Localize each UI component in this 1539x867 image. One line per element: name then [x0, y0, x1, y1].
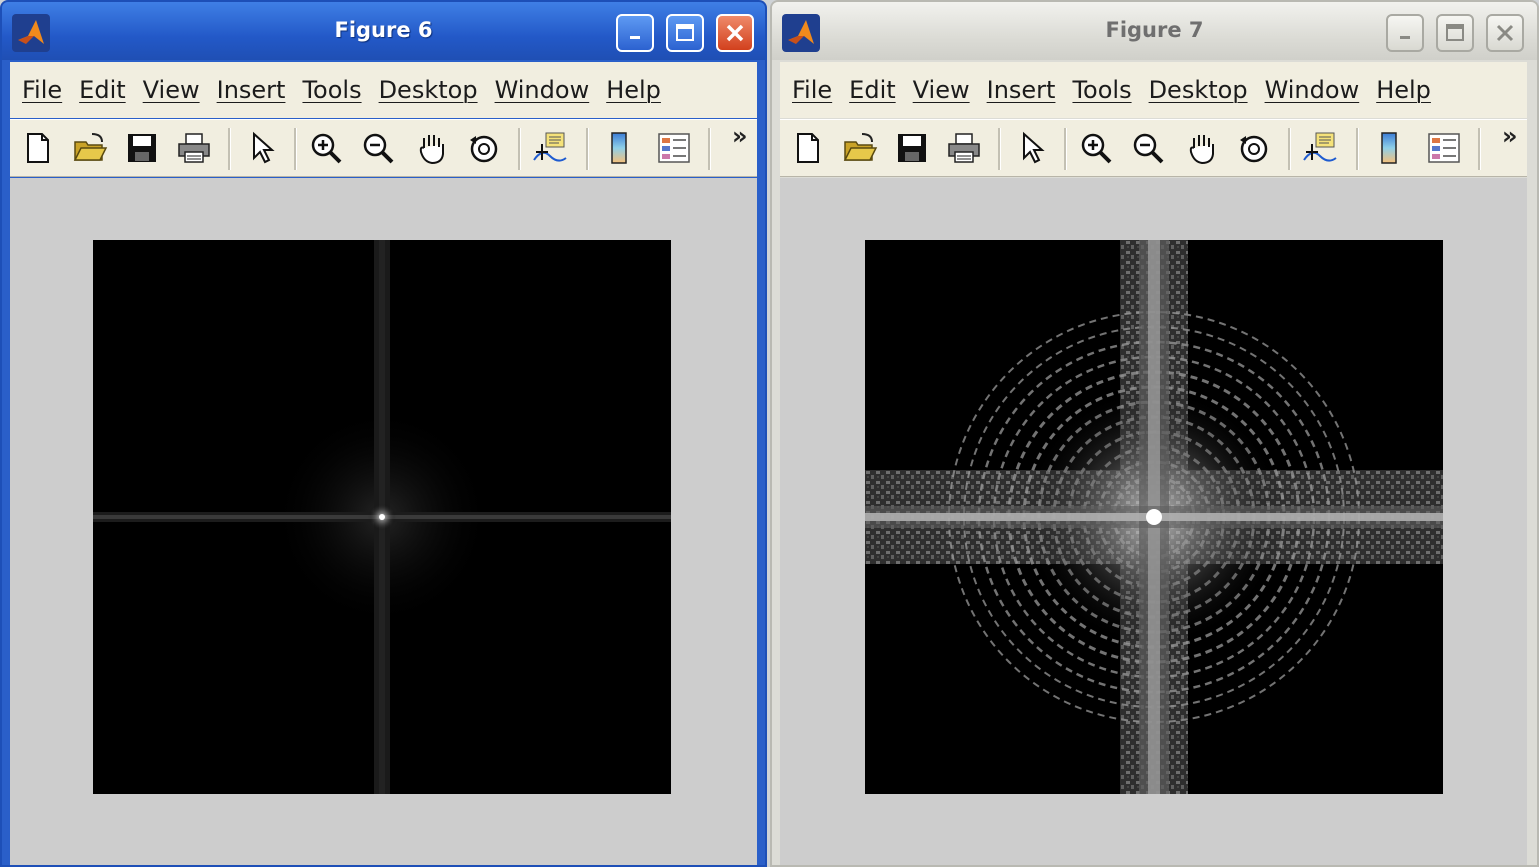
pan-hand-icon[interactable]	[414, 130, 450, 166]
minimize-icon	[630, 36, 640, 39]
toolbar-separator	[1288, 128, 1291, 170]
pointer-icon[interactable]	[1014, 130, 1050, 166]
toolbar-separator	[1478, 128, 1481, 170]
data-cursor-icon[interactable]	[1302, 130, 1338, 166]
minimize-icon	[1400, 36, 1410, 39]
figure-canvas	[10, 178, 757, 865]
image-axes[interactable]	[93, 240, 671, 794]
menu-bar: File Edit View Insert Tools Desktop Wind…	[780, 62, 1527, 118]
menu-file[interactable]: File	[22, 76, 62, 104]
minimize-button[interactable]	[616, 14, 654, 52]
menu-help[interactable]: Help	[606, 76, 661, 104]
new-figure-icon[interactable]	[20, 130, 56, 166]
minimize-button[interactable]	[1386, 14, 1424, 52]
toolbar-separator	[586, 128, 589, 170]
close-button[interactable]	[716, 14, 754, 52]
toolbar-overflow-button[interactable]: »	[732, 122, 748, 150]
menu-desktop[interactable]: Desktop	[379, 76, 478, 104]
save-icon[interactable]	[894, 130, 930, 166]
zoom-out-icon[interactable]	[360, 130, 396, 166]
figure-6-window: Figure 6 File Edit View Insert Tools Des…	[0, 0, 767, 867]
image-axes[interactable]	[865, 240, 1443, 794]
maximize-button[interactable]	[1436, 14, 1474, 52]
pointer-icon[interactable]	[244, 130, 280, 166]
toolbar-separator	[228, 128, 231, 170]
menu-tools[interactable]: Tools	[1072, 76, 1131, 104]
toolbar-overflow-button[interactable]: »	[1502, 122, 1518, 150]
title-bar[interactable]: Figure 6	[2, 2, 765, 60]
close-icon	[726, 24, 744, 42]
rotate-3d-icon[interactable]	[466, 130, 502, 166]
zoom-out-icon[interactable]	[1130, 130, 1166, 166]
menu-edit[interactable]: Edit	[849, 76, 895, 104]
menu-desktop[interactable]: Desktop	[1149, 76, 1248, 104]
toolbar-separator	[998, 128, 1001, 170]
menu-view[interactable]: View	[913, 76, 970, 104]
title-bar[interactable]: Figure 7	[772, 2, 1537, 60]
toolbar-separator	[518, 128, 521, 170]
data-cursor-icon[interactable]	[532, 130, 568, 166]
fft-spectrum-image	[93, 240, 671, 794]
toolbar-separator	[1356, 128, 1359, 170]
legend-icon[interactable]	[1426, 130, 1462, 166]
open-file-icon[interactable]	[72, 130, 108, 166]
pan-hand-icon[interactable]	[1184, 130, 1220, 166]
toolbar-separator	[1064, 128, 1067, 170]
menu-tools[interactable]: Tools	[302, 76, 361, 104]
print-icon[interactable]	[176, 130, 212, 166]
toolbar-separator	[294, 128, 297, 170]
maximize-icon	[676, 24, 694, 41]
new-figure-icon[interactable]	[790, 130, 826, 166]
menu-insert[interactable]: Insert	[987, 76, 1056, 104]
log-fft-spectrum-image	[865, 240, 1443, 794]
rotate-3d-icon[interactable]	[1236, 130, 1272, 166]
figure-7-window: Figure 7 File Edit View Insert Tools Des…	[770, 0, 1539, 867]
colorbar-icon[interactable]	[1372, 130, 1408, 166]
toolbar-separator	[708, 128, 711, 170]
menu-help[interactable]: Help	[1376, 76, 1431, 104]
close-icon	[1496, 24, 1514, 42]
legend-icon[interactable]	[656, 130, 692, 166]
menu-edit[interactable]: Edit	[79, 76, 125, 104]
menu-insert[interactable]: Insert	[217, 76, 286, 104]
menu-window[interactable]: Window	[495, 76, 590, 104]
close-button[interactable]	[1486, 14, 1524, 52]
print-icon[interactable]	[946, 130, 982, 166]
maximize-button[interactable]	[666, 14, 704, 52]
zoom-in-icon[interactable]	[308, 130, 344, 166]
menu-bar: File Edit View Insert Tools Desktop Wind…	[10, 62, 757, 118]
open-file-icon[interactable]	[842, 130, 878, 166]
zoom-in-icon[interactable]	[1078, 130, 1114, 166]
maximize-icon	[1446, 24, 1464, 41]
save-icon[interactable]	[124, 130, 160, 166]
colorbar-icon[interactable]	[602, 130, 638, 166]
toolbar: »	[780, 119, 1527, 177]
toolbar: »	[10, 119, 757, 177]
figure-canvas	[780, 178, 1527, 865]
menu-file[interactable]: File	[792, 76, 832, 104]
menu-view[interactable]: View	[143, 76, 200, 104]
menu-window[interactable]: Window	[1265, 76, 1360, 104]
